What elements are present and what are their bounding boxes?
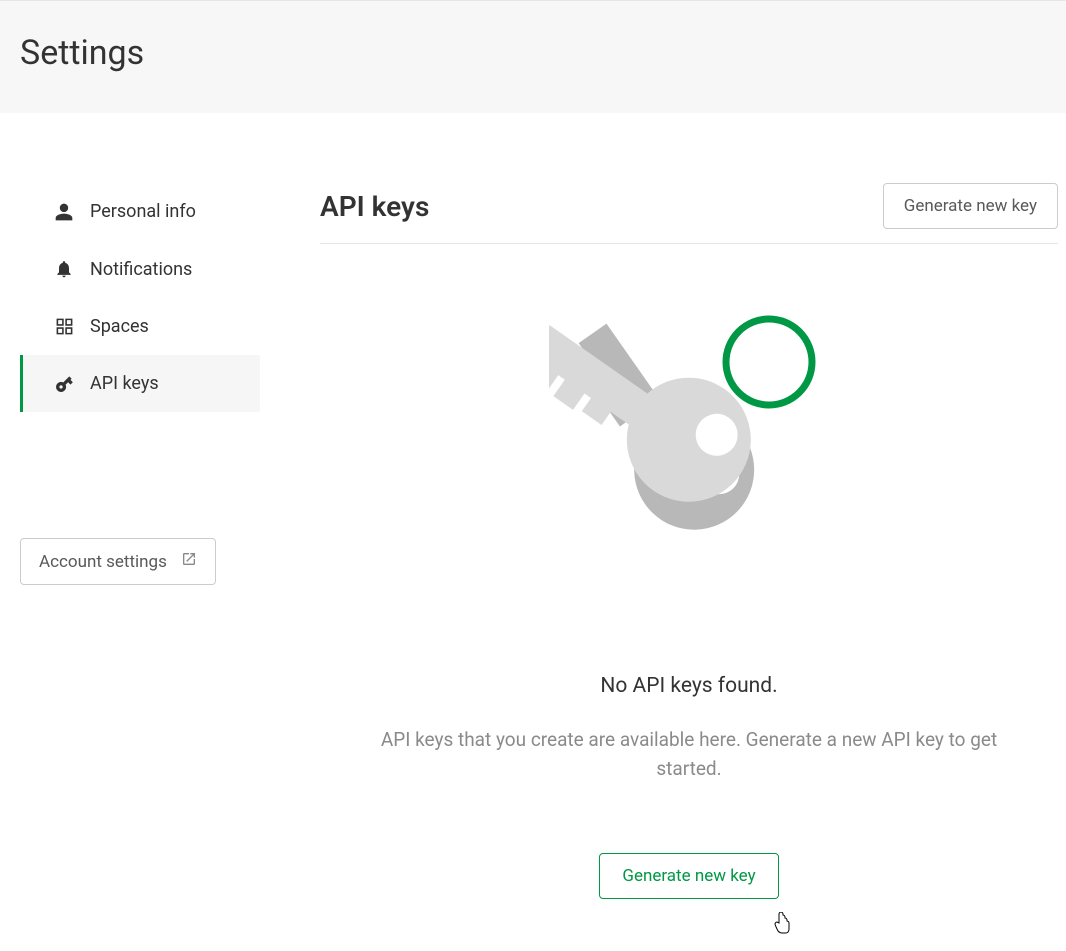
sidebar-item-spaces[interactable]: Spaces xyxy=(20,298,260,355)
generate-key-button-top[interactable]: Generate new key xyxy=(883,183,1058,229)
account-settings-label: Account settings xyxy=(39,552,167,572)
sidebar-item-personal-info[interactable]: Personal info xyxy=(20,183,260,240)
main-content: API keys Generate new key xyxy=(260,183,1066,899)
main-header: API keys Generate new key xyxy=(320,183,1058,244)
main-title: API keys xyxy=(320,190,429,223)
generate-key-button-center[interactable]: Generate new key xyxy=(599,853,778,899)
sidebar-item-label: Personal info xyxy=(90,201,196,222)
content-area: Personal info Notifications Spaces API k… xyxy=(0,113,1066,899)
account-settings-button[interactable]: Account settings xyxy=(20,538,216,585)
keys-illustration xyxy=(549,314,829,634)
sidebar-item-label: API keys xyxy=(90,373,159,394)
sidebar-item-notifications[interactable]: Notifications xyxy=(20,240,260,298)
grid-icon xyxy=(52,317,76,336)
sidebar: Personal info Notifications Spaces API k… xyxy=(0,183,260,899)
sidebar-item-label: Notifications xyxy=(90,259,192,280)
empty-state-description: API keys that you create are available h… xyxy=(359,726,1019,783)
sidebar-nav: Personal info Notifications Spaces API k… xyxy=(20,183,260,412)
bell-icon xyxy=(52,258,76,280)
person-icon xyxy=(52,202,76,222)
empty-state-title: No API keys found. xyxy=(320,674,1058,698)
empty-state: No API keys found. API keys that you cre… xyxy=(320,244,1058,899)
sidebar-item-api-keys[interactable]: API keys xyxy=(20,355,260,412)
page-header: Settings xyxy=(0,0,1066,113)
cursor-pointer-icon xyxy=(772,912,792,941)
sidebar-item-label: Spaces xyxy=(90,316,149,337)
page-title: Settings xyxy=(20,33,1046,73)
external-link-icon xyxy=(181,551,197,572)
key-icon xyxy=(52,374,76,394)
